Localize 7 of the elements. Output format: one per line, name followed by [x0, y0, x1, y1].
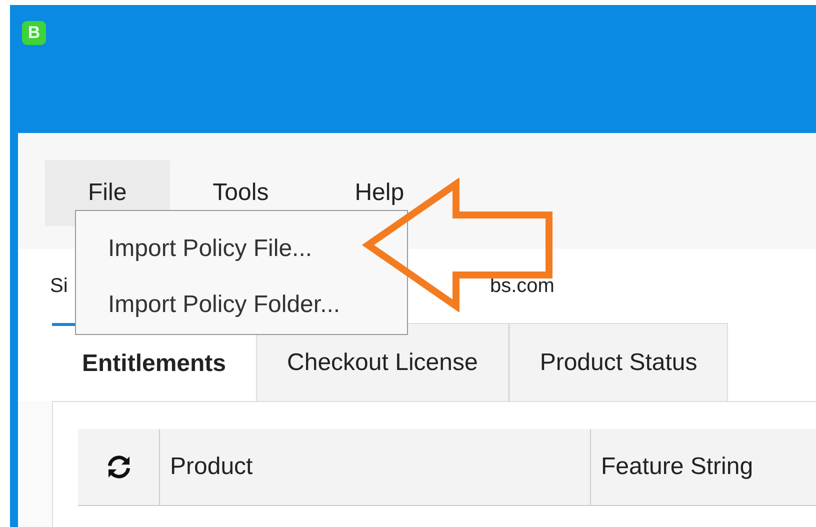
info-text: bs.com — [490, 275, 554, 299]
tab[interactable]: Product Status — [508, 323, 728, 401]
column-header[interactable]: Feature String — [591, 429, 816, 505]
column-header[interactable]: Product — [160, 429, 591, 505]
app-icon: B — [22, 21, 46, 45]
tab[interactable]: Checkout License — [256, 323, 509, 401]
info-text: Si — [50, 275, 69, 299]
